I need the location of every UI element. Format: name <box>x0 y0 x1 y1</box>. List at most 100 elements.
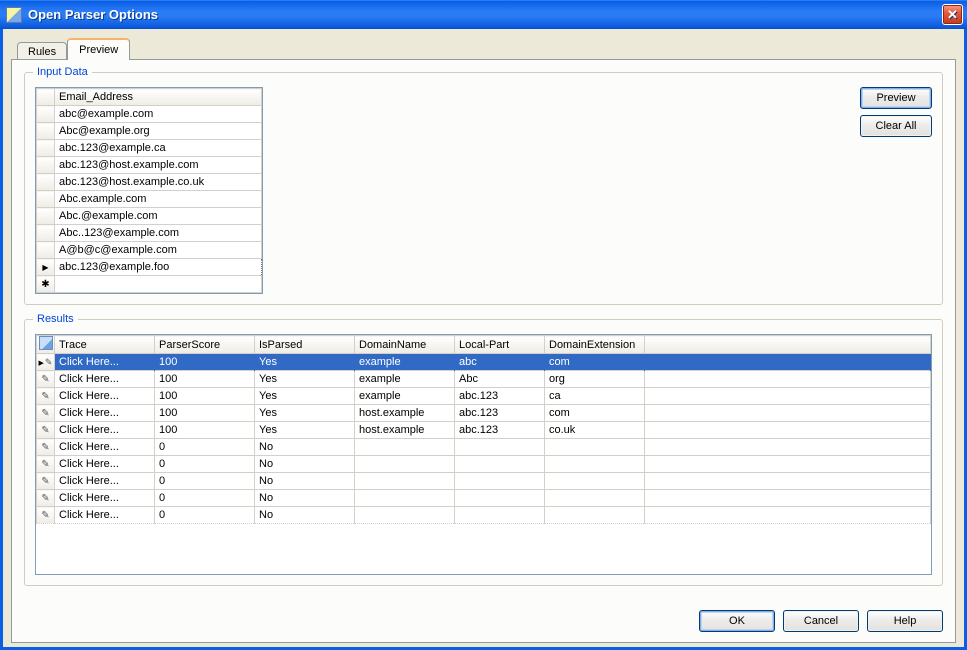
input-cell[interactable]: Abc.@example.com <box>55 208 262 225</box>
results-row[interactable]: Click Here...0No <box>37 490 931 507</box>
input-row[interactable]: Abc@example.org <box>37 123 262 140</box>
results-column-header[interactable]: DomainName <box>355 336 455 354</box>
input-cell[interactable]: Abc.example.com <box>55 191 262 208</box>
cancel-button[interactable]: Cancel <box>783 610 859 632</box>
results-row-header <box>37 388 55 405</box>
cell-trace[interactable]: Click Here... <box>55 405 155 422</box>
input-grid-corner <box>37 89 55 106</box>
results-row[interactable]: Click Here...0No <box>37 473 931 490</box>
input-cell[interactable]: A@b@c@example.com <box>55 242 262 259</box>
results-row[interactable]: Click Here...100Yesexampleabccom <box>37 354 931 371</box>
cell-trace[interactable]: Click Here... <box>55 473 155 490</box>
input-row[interactable]: abc.123@host.example.co.uk <box>37 174 262 191</box>
input-row-header <box>37 174 55 191</box>
results-row[interactable]: Click Here...100Yeshost.exampleabc.123co… <box>37 405 931 422</box>
close-icon <box>947 7 958 23</box>
input-row-header <box>37 225 55 242</box>
current-row-icon <box>39 356 53 368</box>
cell-isparsed: No <box>255 473 355 490</box>
tabstrip: Rules Preview <box>17 37 956 59</box>
cell-trace[interactable]: Click Here... <box>55 507 155 524</box>
cell-isparsed: Yes <box>255 354 355 371</box>
input-row[interactable]: A@b@c@example.com <box>37 242 262 259</box>
cell-localpart <box>455 507 545 524</box>
results-column-header[interactable]: Trace <box>55 336 155 354</box>
input-row[interactable]: Abc.example.com <box>37 191 262 208</box>
edit-row-icon <box>41 424 49 436</box>
cell-domainname <box>355 439 455 456</box>
results-column-header[interactable]: DomainExtension <box>545 336 645 354</box>
results-column-header[interactable]: ParserScore <box>155 336 255 354</box>
cell-domainextension: com <box>545 405 645 422</box>
cell-domainname: host.example <box>355 405 455 422</box>
cell-domainextension: co.uk <box>545 422 645 439</box>
input-cell[interactable]: abc.123@host.example.com <box>55 157 262 174</box>
results-row[interactable]: Click Here...0No <box>37 507 931 524</box>
results-row[interactable]: Click Here...0No <box>37 456 931 473</box>
help-button[interactable]: Help <box>867 610 943 632</box>
cell-trace[interactable]: Click Here... <box>55 456 155 473</box>
input-row[interactable]: Abc..123@example.com <box>37 225 262 242</box>
input-cell[interactable] <box>55 276 262 293</box>
input-cell[interactable]: Abc@example.org <box>55 123 262 140</box>
input-row-header <box>37 191 55 208</box>
results-row[interactable]: Click Here...100YesexampleAbcorg <box>37 371 931 388</box>
input-row[interactable]: Abc.@example.com <box>37 208 262 225</box>
edit-row-icon <box>41 407 49 419</box>
app-icon <box>6 7 22 23</box>
input-cell[interactable]: abc@example.com <box>55 106 262 123</box>
legend-input-data: Input Data <box>33 66 92 78</box>
cell-trace[interactable]: Click Here... <box>55 371 155 388</box>
cell-trace[interactable]: Click Here... <box>55 354 155 371</box>
results-column-filler <box>645 336 931 354</box>
cell-filler <box>645 456 931 473</box>
edit-row-icon <box>41 390 49 402</box>
input-new-row[interactable] <box>37 276 262 293</box>
cell-localpart <box>455 473 545 490</box>
results-row[interactable]: Click Here...100Yesexampleabc.123ca <box>37 388 931 405</box>
input-row[interactable]: abc.123@example.ca <box>37 140 262 157</box>
input-grid-header[interactable]: Email_Address <box>55 89 262 106</box>
edit-row-icon <box>41 441 49 453</box>
edit-row-icon <box>41 509 49 521</box>
input-row[interactable]: abc.123@example.foo <box>37 259 262 276</box>
close-button[interactable] <box>942 4 963 25</box>
results-row-header <box>37 354 55 371</box>
cell-localpart: Abc <box>455 371 545 388</box>
input-grid[interactable]: Email_Address abc@example.comAbc@example… <box>35 87 263 294</box>
cell-localpart: abc.123 <box>455 388 545 405</box>
input-row[interactable]: abc@example.com <box>37 106 262 123</box>
cell-domainextension <box>545 507 645 524</box>
cell-trace[interactable]: Click Here... <box>55 422 155 439</box>
input-row-header <box>37 276 55 293</box>
cell-domainname: example <box>355 354 455 371</box>
preview-button[interactable]: Preview <box>860 87 932 109</box>
input-cell[interactable]: abc.123@example.foo <box>55 259 262 276</box>
clear-all-button[interactable]: Clear All <box>860 115 932 137</box>
results-grid[interactable]: TraceParserScoreIsParsedDomainNameLocal-… <box>35 334 932 575</box>
cell-trace[interactable]: Click Here... <box>55 388 155 405</box>
input-cell[interactable]: Abc..123@example.com <box>55 225 262 242</box>
cell-domainname <box>355 490 455 507</box>
results-column-header[interactable]: Local-Part <box>455 336 545 354</box>
results-column-header[interactable]: IsParsed <box>255 336 355 354</box>
input-cell[interactable]: abc.123@example.ca <box>55 140 262 157</box>
cell-filler <box>645 388 931 405</box>
cell-filler <box>645 422 931 439</box>
input-row[interactable]: abc.123@host.example.com <box>37 157 262 174</box>
input-row-header <box>37 140 55 157</box>
cell-parserscore: 0 <box>155 456 255 473</box>
input-row-header <box>37 123 55 140</box>
cell-trace[interactable]: Click Here... <box>55 439 155 456</box>
dialog-buttons: OK Cancel Help <box>24 600 943 632</box>
results-row[interactable]: Click Here...100Yeshost.exampleabc.123co… <box>37 422 931 439</box>
input-row-header <box>37 259 55 276</box>
results-row[interactable]: Click Here...0No <box>37 439 931 456</box>
results-row-header <box>37 473 55 490</box>
results-row-header <box>37 422 55 439</box>
tab-preview[interactable]: Preview <box>67 38 130 60</box>
input-cell[interactable]: abc.123@host.example.co.uk <box>55 174 262 191</box>
cell-trace[interactable]: Click Here... <box>55 490 155 507</box>
titlebar: Open Parser Options <box>0 0 967 29</box>
ok-button[interactable]: OK <box>699 610 775 632</box>
